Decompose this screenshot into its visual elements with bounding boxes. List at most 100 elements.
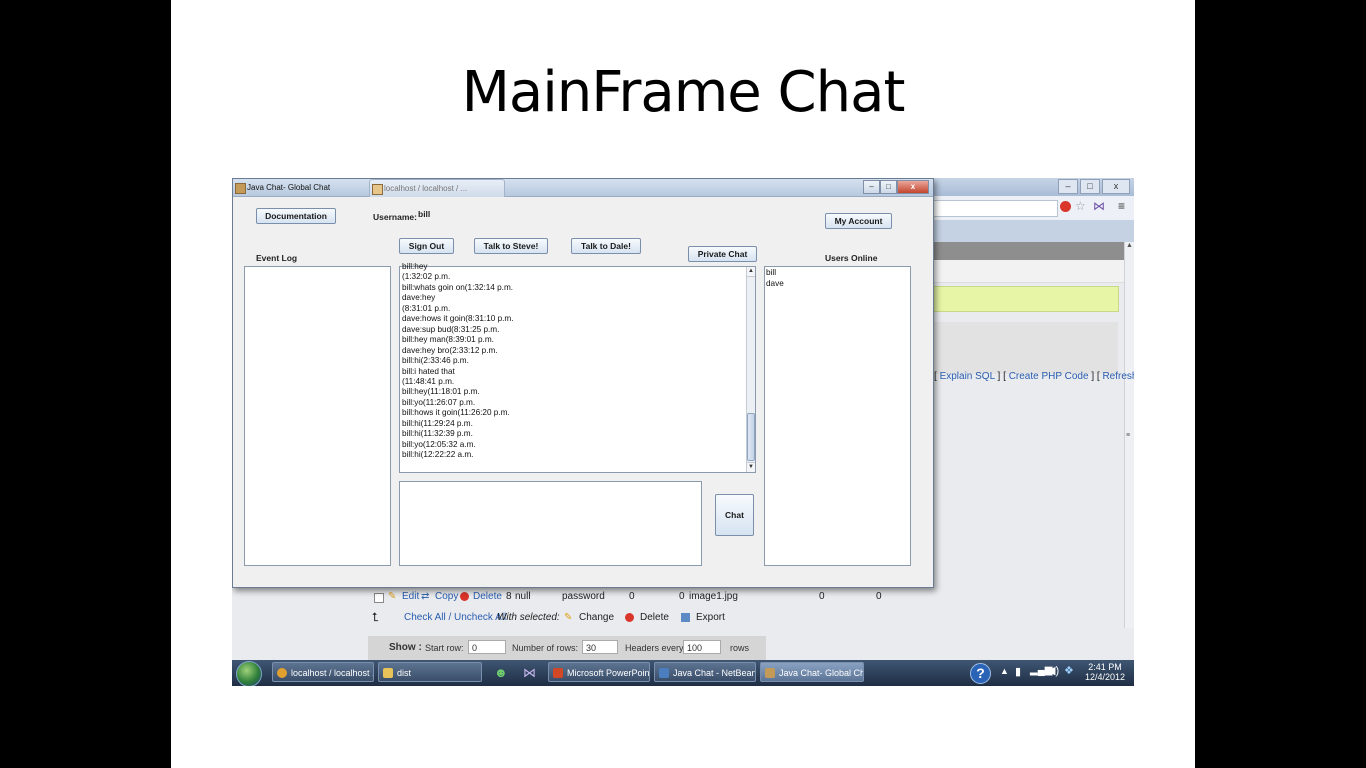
java-icon xyxy=(765,668,775,678)
browser-header-band xyxy=(932,242,1124,260)
start-row-input[interactable]: 0 xyxy=(468,640,506,654)
explain-sql-link[interactable]: Explain SQL xyxy=(940,371,995,382)
browser-maximize-button[interactable]: □ xyxy=(1080,179,1100,194)
browser-scrollbar[interactable]: ▲ ≡ xyxy=(1124,242,1134,628)
cell-zero: 0 xyxy=(679,591,685,602)
scroll-thumb[interactable] xyxy=(747,413,755,461)
clock[interactable]: 2:41 PM 12/4/2012 xyxy=(1080,662,1130,682)
cell-zero: 0 xyxy=(629,591,635,602)
sign-out-button[interactable]: Sign Out xyxy=(399,238,454,254)
chat-message: dave:hey xyxy=(402,293,436,303)
users-online-list[interactable]: bill dave xyxy=(764,266,911,566)
change-button[interactable]: Change xyxy=(579,612,614,623)
close-button[interactable]: x xyxy=(897,180,929,194)
minimize-button[interactable]: – xyxy=(863,180,880,194)
user-item[interactable]: dave xyxy=(766,279,909,290)
adblock-icon[interactable] xyxy=(1060,201,1071,212)
browser-scroll-up-icon[interactable]: ▲ xyxy=(1126,242,1133,249)
visual-studio-icon[interactable]: ⋈ xyxy=(523,665,536,681)
browser-notice-box xyxy=(932,286,1119,312)
event-log-label: Event Log xyxy=(256,253,298,263)
menu-icon[interactable]: ≡ xyxy=(1118,199,1125,213)
chat-app-icon[interactable]: ☻ xyxy=(494,665,508,680)
edit-link[interactable]: Edit xyxy=(402,591,419,602)
export-button[interactable]: Export xyxy=(696,612,725,623)
delete-icon xyxy=(625,613,634,622)
chat-message: dave:hows it goin(8:31:10 p.m. xyxy=(402,314,514,324)
chat-message: bill:whats goin on(1:32:14 p.m. xyxy=(402,282,514,292)
delete-selected-button[interactable]: Delete xyxy=(640,612,669,623)
create-php-code-link[interactable]: Create PHP Code xyxy=(1009,371,1089,382)
star-icon[interactable]: ☆ xyxy=(1075,199,1086,213)
private-chat-button[interactable]: Private Chat xyxy=(688,246,757,262)
row-checkbox[interactable] xyxy=(374,593,384,603)
copy-link[interactable]: Copy xyxy=(435,591,458,602)
scroll-up-icon[interactable]: ▲ xyxy=(747,267,755,277)
maximize-button[interactable]: □ xyxy=(880,180,897,194)
browser-sql-box xyxy=(932,322,1118,374)
folder-icon xyxy=(383,668,393,678)
chat-send-button[interactable]: Chat xyxy=(715,494,754,536)
browser-minimize-button[interactable]: – xyxy=(1058,179,1078,194)
show-button[interactable]: Show : xyxy=(389,642,422,653)
taskbar-item-localhost[interactable]: localhost / localhost ... xyxy=(272,662,374,682)
extension-icon[interactable]: ⋈ xyxy=(1093,199,1105,213)
chat-log-scrollbar[interactable]: ▲ ▼ xyxy=(746,267,755,472)
num-rows-label: Number of rows: xyxy=(512,643,579,653)
chat-message: bill:yo(11:26:07 p.m. xyxy=(402,397,476,407)
chat-message: dave:hey bro(2:33:12 p.m. xyxy=(402,345,498,355)
java-window-titlebar[interactable] xyxy=(233,179,933,197)
chat-message: bill:hi(11:29:24 p.m. xyxy=(402,418,473,428)
tray-expand-icon[interactable]: ▲ xyxy=(1000,666,1009,676)
num-rows-input[interactable]: 30 xyxy=(582,640,618,654)
tray-volume-icon[interactable]: ◀) xyxy=(1047,664,1059,677)
event-log-area[interactable] xyxy=(244,266,391,566)
start-button[interactable] xyxy=(236,661,262,686)
chat-message: dave:sup bud(8:31:25 p.m. xyxy=(402,324,500,334)
scroll-down-icon[interactable]: ▼ xyxy=(747,462,755,472)
taskbar-item-powerpoint[interactable]: Microsoft PowerPoin... xyxy=(548,662,650,682)
cell-image: image1.jpg xyxy=(689,591,738,602)
delete-link[interactable]: Delete xyxy=(473,591,502,602)
taskbar-item-java-chat[interactable]: Java Chat- Global Chat xyxy=(760,662,864,682)
arrow-corner-icon: ⮤ xyxy=(372,610,380,624)
delete-icon xyxy=(460,592,469,601)
clock-time: 2:41 PM xyxy=(1088,662,1122,672)
java-icon xyxy=(235,183,246,194)
headers-every-input[interactable]: 100 xyxy=(683,640,721,654)
browser-scroll-grip-icon[interactable]: ≡ xyxy=(1126,432,1130,439)
slide-title: MainFrame Chat xyxy=(461,60,906,125)
talk-to-dale-button[interactable]: Talk to Dale! xyxy=(571,238,641,254)
cell-null: null xyxy=(515,591,531,602)
chat-log-area[interactable]: bill:hey (1:32:02 p.m. bill:whats goin on(… xyxy=(399,262,756,473)
clock-date: 12/4/2012 xyxy=(1084,672,1126,682)
start-row-label: Start row: xyxy=(425,643,464,653)
help-icon[interactable]: ? xyxy=(970,663,991,684)
chat-message: bill:hows it goin(11:26:20 p.m. xyxy=(402,408,510,418)
documentation-button[interactable]: Documentation xyxy=(256,208,336,224)
chat-message: bill:hi(12:22:22 a.m. xyxy=(402,450,474,460)
taskbar-item-dist[interactable]: dist xyxy=(378,662,482,682)
tray-dropbox-icon[interactable]: ❖ xyxy=(1064,664,1074,677)
taskbar-item-netbeans[interactable]: Java Chat - NetBeans... xyxy=(654,662,756,682)
check-all-link[interactable]: Check All / Uncheck All xyxy=(404,612,506,623)
java-window-title: Java Chat- Global Chat xyxy=(233,179,330,196)
chat-message: (11:48:41 p.m. xyxy=(402,376,455,386)
chat-message: bill:i hated that xyxy=(402,366,455,376)
browser-panel xyxy=(932,260,1124,283)
chrome-icon xyxy=(277,668,287,678)
chat-message: bill:hi(2:33:46 p.m. xyxy=(402,356,469,366)
browser-nav-band xyxy=(932,220,1134,242)
tray-battery-icon[interactable]: ▮ xyxy=(1015,665,1021,678)
browser-tab[interactable]: localhost / localhost / ... xyxy=(369,179,505,197)
browser-address-bar[interactable] xyxy=(932,200,1058,217)
my-account-button[interactable]: My Account xyxy=(825,213,892,229)
browser-close-button[interactable]: x xyxy=(1102,179,1130,194)
table-row: ✎ Edit ⇄ Copy Delete 8 null password 0 0… xyxy=(364,589,888,606)
user-item[interactable]: bill xyxy=(766,268,909,279)
chat-message: bill:hey(11:18:01 p.m. xyxy=(402,387,480,397)
talk-to-steve-button[interactable]: Talk to Steve! xyxy=(474,238,548,254)
show-rows-bar: Show : Start row: 0 Number of rows: 30 H… xyxy=(368,636,766,660)
refresh-link[interactable]: Refresh xyxy=(1102,371,1134,382)
message-input[interactable] xyxy=(399,481,702,566)
